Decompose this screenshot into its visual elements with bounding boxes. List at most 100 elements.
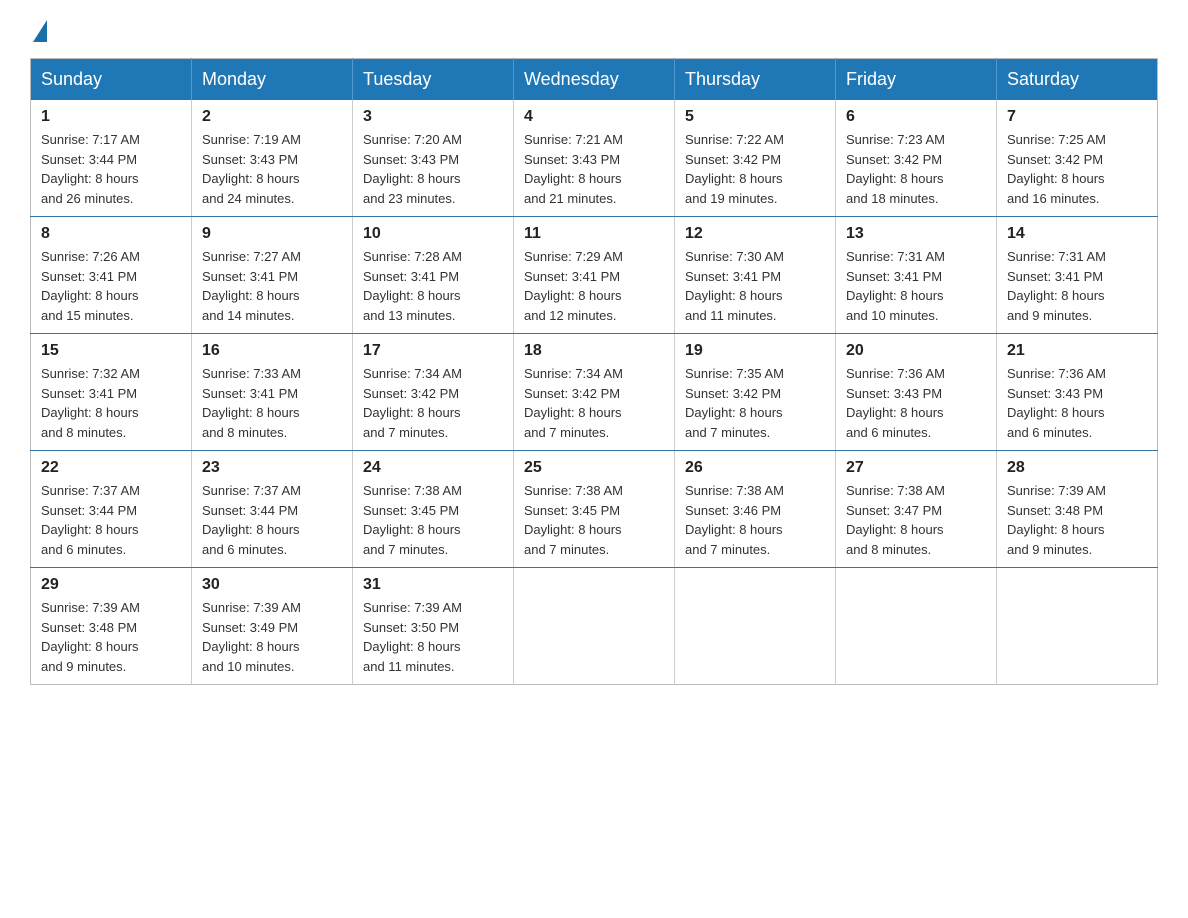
day-number: 13: [846, 225, 986, 243]
day-info: Sunrise: 7:34 AMSunset: 3:42 PMDaylight:…: [524, 364, 664, 442]
calendar-week-row: 1Sunrise: 7:17 AMSunset: 3:44 PMDaylight…: [31, 100, 1158, 217]
weekday-header-saturday: Saturday: [997, 59, 1158, 101]
calendar-cell: 3 Sunrise: 7:20 AMSunset: 3:43 PMDaylight…: [353, 100, 514, 217]
weekday-header-monday: Monday: [192, 59, 353, 101]
day-number: 5: [685, 108, 825, 126]
calendar-cell: 25 Sunrise: 7:38 AMSunset: 3:45 PMDayligh…: [514, 451, 675, 568]
day-info: Sunrise: 7:38 AMSunset: 3:47 PMDaylight:…: [846, 481, 986, 559]
day-number: 10: [363, 225, 503, 243]
day-number: 16: [202, 342, 342, 360]
day-number: 29: [41, 576, 181, 594]
day-info: Sunrise: 7:32 AMSunset: 3:41 PMDaylight:…: [41, 364, 181, 442]
calendar-cell: 26 Sunrise: 7:38 AMSunset: 3:46 PMDayligh…: [675, 451, 836, 568]
calendar-cell: [997, 568, 1158, 685]
weekday-header-wednesday: Wednesday: [514, 59, 675, 101]
day-number: 2: [202, 108, 342, 126]
day-number: 11: [524, 225, 664, 243]
day-number: 27: [846, 459, 986, 477]
weekday-header-friday: Friday: [836, 59, 997, 101]
day-number: 6: [846, 108, 986, 126]
calendar-cell: 8 Sunrise: 7:26 AMSunset: 3:41 PMDaylight…: [31, 217, 192, 334]
day-number: 8: [41, 225, 181, 243]
day-info: Sunrise: 7:38 AMSunset: 3:45 PMDaylight:…: [363, 481, 503, 559]
day-info: Sunrise: 7:20 AMSunset: 3:43 PMDaylight:…: [363, 130, 503, 208]
day-info: Sunrise: 7:35 AMSunset: 3:42 PMDaylight:…: [685, 364, 825, 442]
day-info: Sunrise: 7:23 AMSunset: 3:42 PMDaylight:…: [846, 130, 986, 208]
calendar-week-row: 15 Sunrise: 7:32 AMSunset: 3:41 PMDayligh…: [31, 334, 1158, 451]
day-number: 20: [846, 342, 986, 360]
day-number: 15: [41, 342, 181, 360]
calendar-cell: 22Sunrise: 7:37 AMSunset: 3:44 PMDayligh…: [31, 451, 192, 568]
weekday-header-sunday: Sunday: [31, 59, 192, 101]
day-info: Sunrise: 7:36 AMSunset: 3:43 PMDaylight:…: [846, 364, 986, 442]
day-number: 28: [1007, 459, 1147, 477]
day-info: Sunrise: 7:25 AMSunset: 3:42 PMDaylight:…: [1007, 130, 1147, 208]
day-info: Sunrise: 7:37 AMSunset: 3:44 PMDaylight:…: [202, 481, 342, 559]
day-number: 26: [685, 459, 825, 477]
day-number: 23: [202, 459, 342, 477]
page-header: [30, 20, 1158, 38]
day-info: Sunrise: 7:34 AMSunset: 3:42 PMDaylight:…: [363, 364, 503, 442]
calendar-cell: [836, 568, 997, 685]
day-info: Sunrise: 7:31 AMSunset: 3:41 PMDaylight:…: [1007, 247, 1147, 325]
weekday-header-thursday: Thursday: [675, 59, 836, 101]
calendar-week-row: 22Sunrise: 7:37 AMSunset: 3:44 PMDayligh…: [31, 451, 1158, 568]
day-info: Sunrise: 7:26 AMSunset: 3:41 PMDaylight:…: [41, 247, 181, 325]
calendar-cell: 31 Sunrise: 7:39 AMSunset: 3:50 PMDayligh…: [353, 568, 514, 685]
calendar-cell: 15 Sunrise: 7:32 AMSunset: 3:41 PMDayligh…: [31, 334, 192, 451]
calendar-cell: 30 Sunrise: 7:39 AMSunset: 3:49 PMDayligh…: [192, 568, 353, 685]
calendar-cell: 6 Sunrise: 7:23 AMSunset: 3:42 PMDaylight…: [836, 100, 997, 217]
day-info: Sunrise: 7:27 AMSunset: 3:41 PMDaylight:…: [202, 247, 342, 325]
calendar-cell: 20 Sunrise: 7:36 AMSunset: 3:43 PMDayligh…: [836, 334, 997, 451]
day-info: Sunrise: 7:30 AMSunset: 3:41 PMDaylight:…: [685, 247, 825, 325]
calendar-cell: 18 Sunrise: 7:34 AMSunset: 3:42 PMDayligh…: [514, 334, 675, 451]
calendar-cell: 10 Sunrise: 7:28 AMSunset: 3:41 PMDayligh…: [353, 217, 514, 334]
day-info: Sunrise: 7:28 AMSunset: 3:41 PMDaylight:…: [363, 247, 503, 325]
calendar-cell: 29 Sunrise: 7:39 AMSunset: 3:48 PMDayligh…: [31, 568, 192, 685]
calendar-cell: 7 Sunrise: 7:25 AMSunset: 3:42 PMDaylight…: [997, 100, 1158, 217]
weekday-header-row: SundayMondayTuesdayWednesdayThursdayFrid…: [31, 59, 1158, 101]
day-number: 14: [1007, 225, 1147, 243]
day-number: 17: [363, 342, 503, 360]
day-number: 9: [202, 225, 342, 243]
day-info: Sunrise: 7:31 AMSunset: 3:41 PMDaylight:…: [846, 247, 986, 325]
day-number: 7: [1007, 108, 1147, 126]
calendar-cell: 1Sunrise: 7:17 AMSunset: 3:44 PMDaylight…: [31, 100, 192, 217]
day-info: Sunrise: 7:36 AMSunset: 3:43 PMDaylight:…: [1007, 364, 1147, 442]
day-info: Sunrise: 7:22 AMSunset: 3:42 PMDaylight:…: [685, 130, 825, 208]
day-number: 25: [524, 459, 664, 477]
day-number: 30: [202, 576, 342, 594]
calendar-table: SundayMondayTuesdayWednesdayThursdayFrid…: [30, 58, 1158, 685]
day-info: Sunrise: 7:33 AMSunset: 3:41 PMDaylight:…: [202, 364, 342, 442]
day-number: 1: [41, 108, 181, 126]
day-number: 3: [363, 108, 503, 126]
day-info: Sunrise: 7:38 AMSunset: 3:46 PMDaylight:…: [685, 481, 825, 559]
day-number: 4: [524, 108, 664, 126]
day-info: Sunrise: 7:21 AMSunset: 3:43 PMDaylight:…: [524, 130, 664, 208]
calendar-cell: 28Sunrise: 7:39 AMSunset: 3:48 PMDayligh…: [997, 451, 1158, 568]
calendar-week-row: 29 Sunrise: 7:39 AMSunset: 3:48 PMDayligh…: [31, 568, 1158, 685]
day-info: Sunrise: 7:38 AMSunset: 3:45 PMDaylight:…: [524, 481, 664, 559]
calendar-cell: 11 Sunrise: 7:29 AMSunset: 3:41 PMDayligh…: [514, 217, 675, 334]
calendar-cell: 4 Sunrise: 7:21 AMSunset: 3:43 PMDaylight…: [514, 100, 675, 217]
calendar-cell: 13 Sunrise: 7:31 AMSunset: 3:41 PMDayligh…: [836, 217, 997, 334]
calendar-cell: [514, 568, 675, 685]
day-info: Sunrise: 7:29 AMSunset: 3:41 PMDaylight:…: [524, 247, 664, 325]
calendar-cell: 2Sunrise: 7:19 AMSunset: 3:43 PMDaylight…: [192, 100, 353, 217]
day-info: Sunrise: 7:39 AMSunset: 3:50 PMDaylight:…: [363, 598, 503, 676]
weekday-header-tuesday: Tuesday: [353, 59, 514, 101]
calendar-week-row: 8 Sunrise: 7:26 AMSunset: 3:41 PMDaylight…: [31, 217, 1158, 334]
day-number: 21: [1007, 342, 1147, 360]
day-info: Sunrise: 7:39 AMSunset: 3:49 PMDaylight:…: [202, 598, 342, 676]
day-number: 18: [524, 342, 664, 360]
calendar-cell: 24 Sunrise: 7:38 AMSunset: 3:45 PMDayligh…: [353, 451, 514, 568]
calendar-cell: 14 Sunrise: 7:31 AMSunset: 3:41 PMDayligh…: [997, 217, 1158, 334]
day-number: 31: [363, 576, 503, 594]
day-info: Sunrise: 7:39 AMSunset: 3:48 PMDaylight:…: [41, 598, 181, 676]
day-number: 24: [363, 459, 503, 477]
day-info: Sunrise: 7:37 AMSunset: 3:44 PMDaylight:…: [41, 481, 181, 559]
calendar-cell: 5 Sunrise: 7:22 AMSunset: 3:42 PMDaylight…: [675, 100, 836, 217]
calendar-cell: 27 Sunrise: 7:38 AMSunset: 3:47 PMDayligh…: [836, 451, 997, 568]
calendar-cell: 23 Sunrise: 7:37 AMSunset: 3:44 PMDayligh…: [192, 451, 353, 568]
logo-triangle-icon: [33, 20, 47, 42]
